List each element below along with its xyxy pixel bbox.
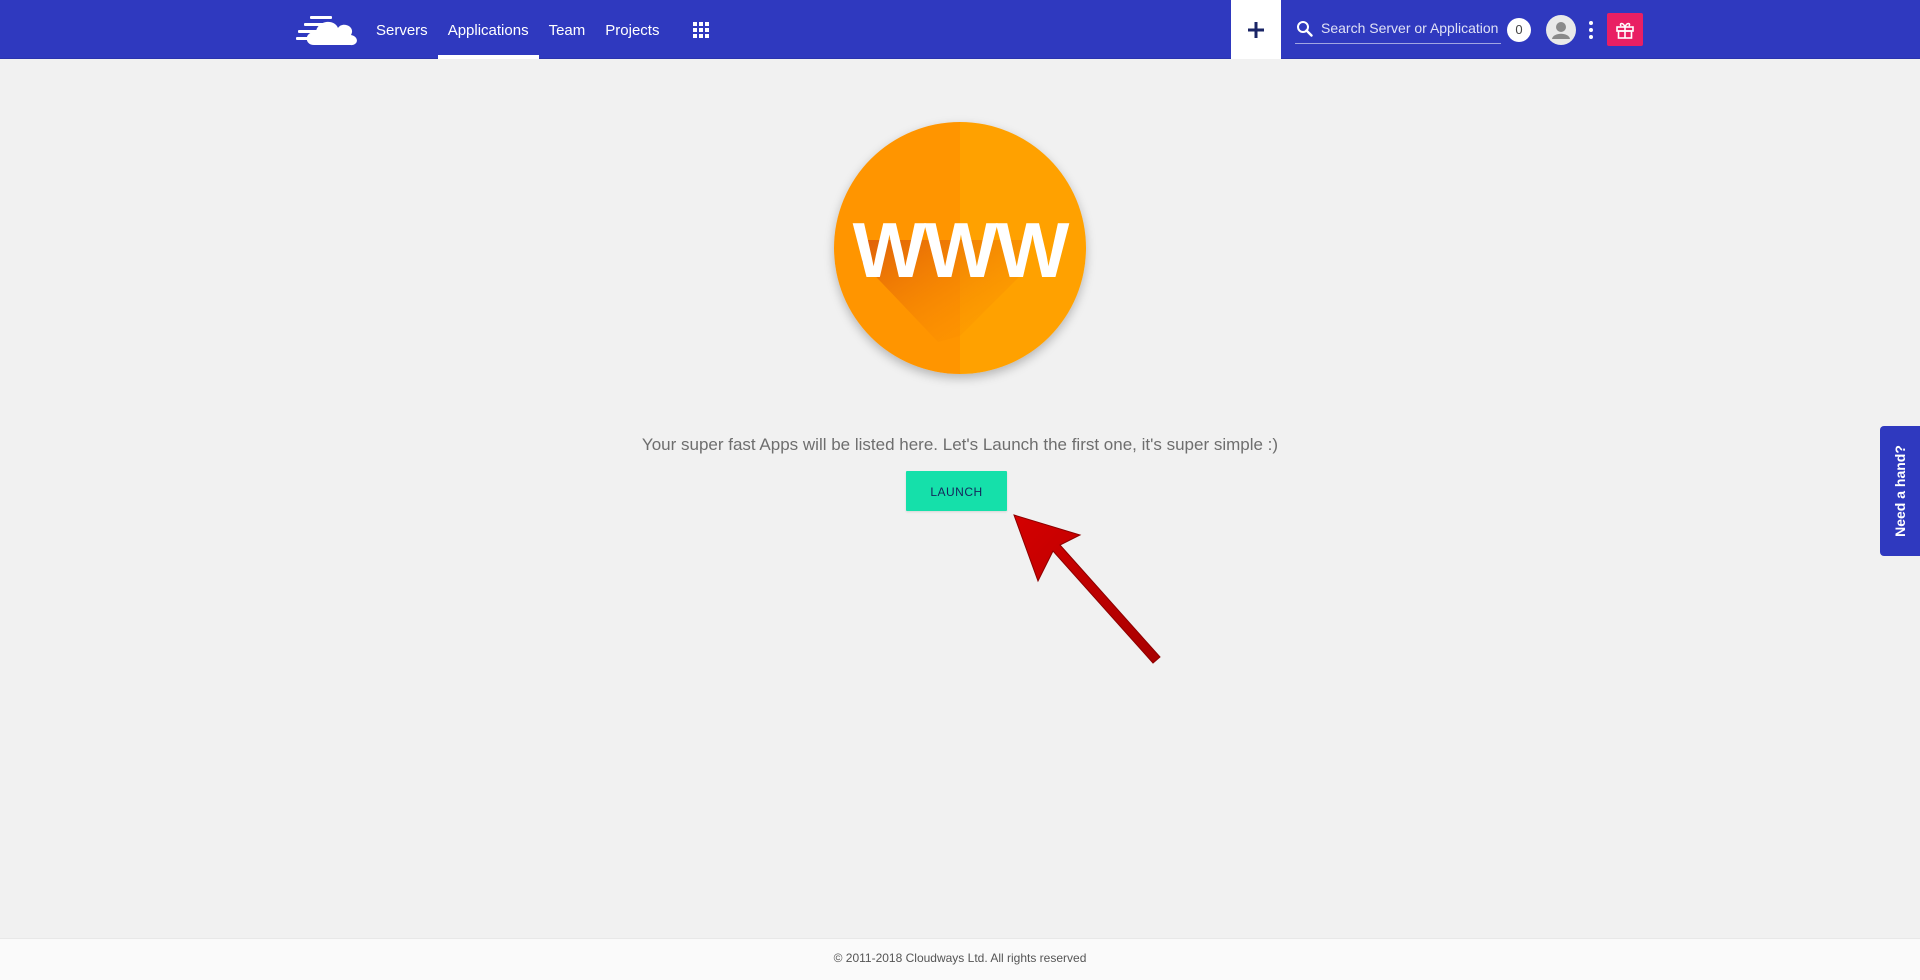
launch-button[interactable]: LAUNCH bbox=[906, 471, 1007, 511]
plus-icon bbox=[1248, 21, 1264, 38]
empty-state-message: Your super fast Apps will be listed here… bbox=[641, 435, 1279, 454]
nav-applications[interactable]: Applications bbox=[437, 0, 539, 59]
grid-icon[interactable] bbox=[692, 21, 710, 39]
cloud-logo-icon bbox=[296, 16, 357, 46]
user-icon bbox=[1552, 22, 1570, 39]
gift-icon bbox=[1616, 22, 1634, 39]
notification-count-badge[interactable]: 0 bbox=[1507, 18, 1531, 42]
cloudways-logo[interactable] bbox=[296, 13, 358, 47]
red-arrow-icon bbox=[1013, 514, 1161, 664]
kebab-icon bbox=[1589, 21, 1593, 39]
top-navbar: Servers Applications Team Projects Searc… bbox=[0, 0, 1920, 59]
search-input[interactable] bbox=[1321, 15, 1499, 41]
need-a-hand-label: Need a hand? bbox=[1892, 445, 1908, 537]
search-icon bbox=[1297, 21, 1313, 37]
nav-projects[interactable]: Projects bbox=[595, 0, 669, 59]
nav-servers[interactable]: Servers bbox=[366, 0, 438, 59]
more-options-button[interactable] bbox=[1584, 20, 1598, 40]
globe-www-icon bbox=[834, 122, 1086, 374]
copyright-text: © 2011-2018 Cloudways Ltd. All rights re… bbox=[833, 951, 1087, 965]
gift-button[interactable] bbox=[1607, 13, 1643, 46]
add-button[interactable] bbox=[1231, 0, 1281, 59]
main-nav: Servers Applications Team Projects bbox=[366, 0, 669, 59]
nav-team[interactable]: Team bbox=[539, 0, 596, 59]
search-bar bbox=[1295, 14, 1501, 44]
avatar[interactable] bbox=[1546, 15, 1576, 45]
need-a-hand-tab[interactable]: Need a hand? bbox=[1880, 426, 1920, 556]
footer: © 2011-2018 Cloudways Ltd. All rights re… bbox=[0, 938, 1920, 980]
www-illustration bbox=[834, 122, 1086, 374]
